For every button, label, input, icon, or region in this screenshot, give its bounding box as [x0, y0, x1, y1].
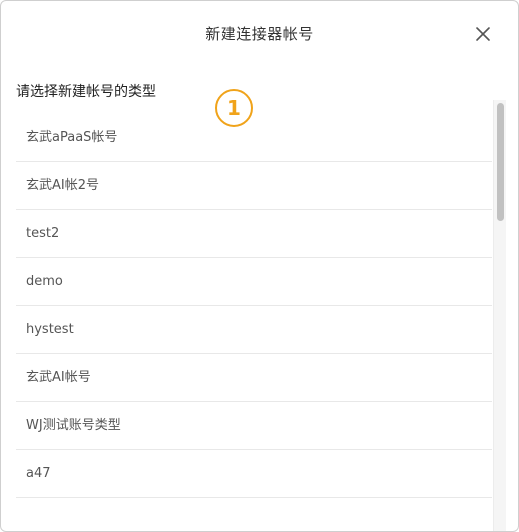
account-type-item[interactable]: 玄武AI帐号	[16, 354, 492, 402]
account-type-item[interactable]: 玄武aPaaS帐号	[16, 114, 492, 162]
account-type-item[interactable]: 玄武AI帐2号	[16, 162, 492, 210]
close-button[interactable]	[474, 25, 492, 43]
account-type-item[interactable]: demo	[16, 258, 492, 306]
account-type-list: 玄武aPaaS帐号 玄武AI帐2号 test2 demo hystest 玄武A…	[16, 114, 492, 498]
account-type-item[interactable]: WJ测试账号类型	[16, 402, 492, 450]
account-type-list-container: 玄武aPaaS帐号 玄武AI帐2号 test2 demo hystest 玄武A…	[16, 114, 492, 531]
list-scrollbar-thumb[interactable]	[497, 103, 504, 221]
account-type-prompt: 请选择新建帐号的类型	[16, 84, 156, 100]
new-connector-account-dialog: 新建连接器帐号 请选择新建帐号的类型 玄武aPaaS帐号 玄武AI帐2号 tes…	[0, 0, 519, 532]
dialog-header: 新建连接器帐号	[1, 1, 518, 67]
close-icon	[476, 27, 490, 41]
step-number-badge: 1	[215, 89, 253, 127]
account-type-item[interactable]: hystest	[16, 306, 492, 354]
list-scrollbar[interactable]	[493, 100, 506, 531]
dialog-title: 新建连接器帐号	[205, 25, 314, 43]
account-type-item[interactable]: test2	[16, 210, 492, 258]
account-type-item[interactable]: a47	[16, 450, 492, 498]
